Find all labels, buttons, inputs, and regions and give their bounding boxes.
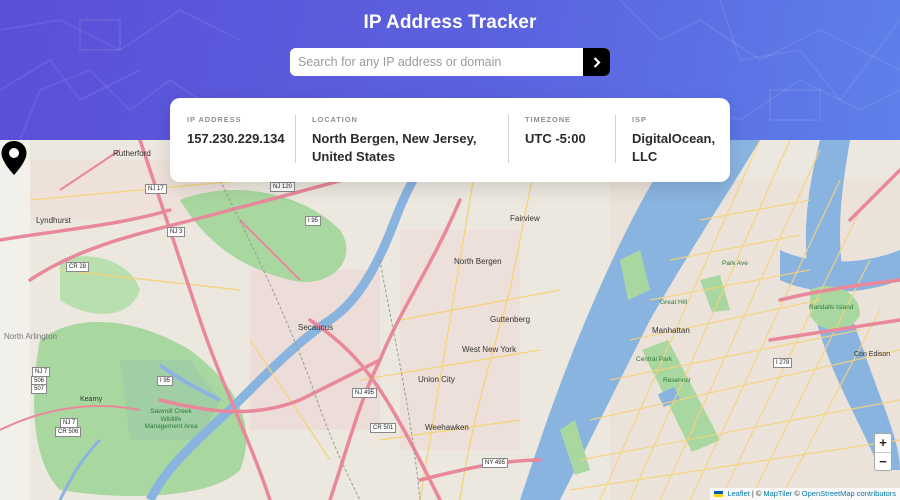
search-button[interactable] bbox=[583, 48, 610, 76]
map-label-secaucus: Secaucus bbox=[298, 323, 334, 332]
isp-value: DigitalOcean, LLC bbox=[632, 131, 716, 164]
route-shield-nj17: NJ 17 bbox=[145, 184, 167, 194]
timezone-section: Timezone UTC -5:00 bbox=[508, 115, 615, 182]
search-bar bbox=[290, 48, 610, 76]
map-label-randalls-island: Randalls Island bbox=[809, 304, 854, 311]
map-label-con-edison: Con Edison bbox=[854, 351, 891, 358]
map-label-fairview: Fairview bbox=[510, 214, 540, 223]
route-shield-i278: I 278 bbox=[773, 358, 793, 368]
zoom-control: + − bbox=[874, 433, 892, 471]
zoom-in-button[interactable]: + bbox=[875, 434, 891, 452]
route-shield-nj495: NJ 495 bbox=[352, 388, 378, 398]
search-input[interactable] bbox=[290, 48, 583, 76]
ip-address-section: IP Address 157.230.229.134 bbox=[170, 115, 295, 182]
route-shield-i95b: I 95 bbox=[157, 376, 174, 386]
chevron-right-icon bbox=[593, 56, 601, 68]
map-label-central-park: Central Park bbox=[636, 356, 673, 363]
route-shield-nj3: NJ 3 bbox=[167, 227, 186, 237]
location-value: North Bergen, New Jersey, United States bbox=[312, 131, 477, 164]
page-title: IP Address Tracker bbox=[363, 12, 537, 33]
location-label: Location bbox=[312, 115, 358, 124]
map-label-park-ave: Park Ave bbox=[722, 260, 748, 267]
map-view[interactable]: Rutherford Lyndhurst North Arlington Sec… bbox=[0, 140, 900, 500]
map-attribution: Leaflet | © MapTiler © OpenStreetMap con… bbox=[710, 488, 900, 500]
route-shield-ny495: NY 495 bbox=[482, 458, 508, 468]
route-shield-cr28: CR 28 bbox=[66, 262, 90, 272]
timezone-value: UTC -5:00 bbox=[525, 131, 586, 146]
map-label-reservoir: Reservoir bbox=[663, 377, 691, 384]
map-label-west-new-york: West New York bbox=[462, 345, 517, 354]
map-label-union-city: Union City bbox=[418, 375, 455, 384]
attribution-copyright-1: © bbox=[755, 489, 762, 498]
map-label-lyndhurst: Lyndhurst bbox=[36, 216, 71, 225]
map-label-sawmill-creek: Sawmill Creek Wildlife Management Area bbox=[144, 408, 198, 430]
ip-address-value: 157.230.229.134 bbox=[187, 131, 285, 146]
route-shield-cr506: CR 506 bbox=[55, 427, 82, 437]
map-label-weehawken: Weehawken bbox=[425, 423, 469, 432]
map-tiles[interactable] bbox=[0, 140, 900, 500]
location-pin-icon[interactable] bbox=[0, 140, 28, 176]
leaflet-link[interactable]: Leaflet bbox=[727, 488, 750, 500]
location-section: Location North Bergen, New Jersey, Unite… bbox=[295, 115, 508, 182]
map-label-great-hill: Great Hill bbox=[660, 299, 688, 306]
map-label-manhattan: Manhattan bbox=[652, 326, 690, 335]
map-label-guttenberg: Guttenberg bbox=[490, 315, 531, 324]
route-shield-cr501: CR 501 bbox=[370, 423, 397, 433]
ip-info-card: IP Address 157.230.229.134 Location Nort… bbox=[170, 98, 730, 182]
isp-label: ISP bbox=[632, 115, 647, 124]
route-shield-507: 507 bbox=[31, 384, 48, 394]
ukraine-flag-icon bbox=[714, 491, 724, 497]
map-label-kearny: Kearny bbox=[80, 396, 103, 403]
map-label-rutherford: Rutherford bbox=[113, 149, 151, 158]
ip-address-label: IP Address bbox=[187, 115, 242, 124]
timezone-label: Timezone bbox=[525, 115, 571, 124]
route-shield-nj120: NJ 120 bbox=[270, 182, 296, 192]
map-label-north-bergen: North Bergen bbox=[454, 257, 502, 266]
attribution-copyright-2: © bbox=[794, 489, 800, 498]
isp-section: ISP DigitalOcean, LLC bbox=[615, 115, 729, 182]
map-label-north-arlington: North Arlington bbox=[4, 332, 57, 341]
route-shield-i95a: I 95 bbox=[305, 216, 322, 226]
zoom-out-button[interactable]: − bbox=[875, 452, 891, 470]
maptiler-link[interactable]: MapTiler bbox=[763, 488, 792, 500]
openstreetmap-link[interactable]: OpenStreetMap contributors bbox=[802, 488, 896, 500]
attribution-separator: | bbox=[751, 489, 754, 498]
